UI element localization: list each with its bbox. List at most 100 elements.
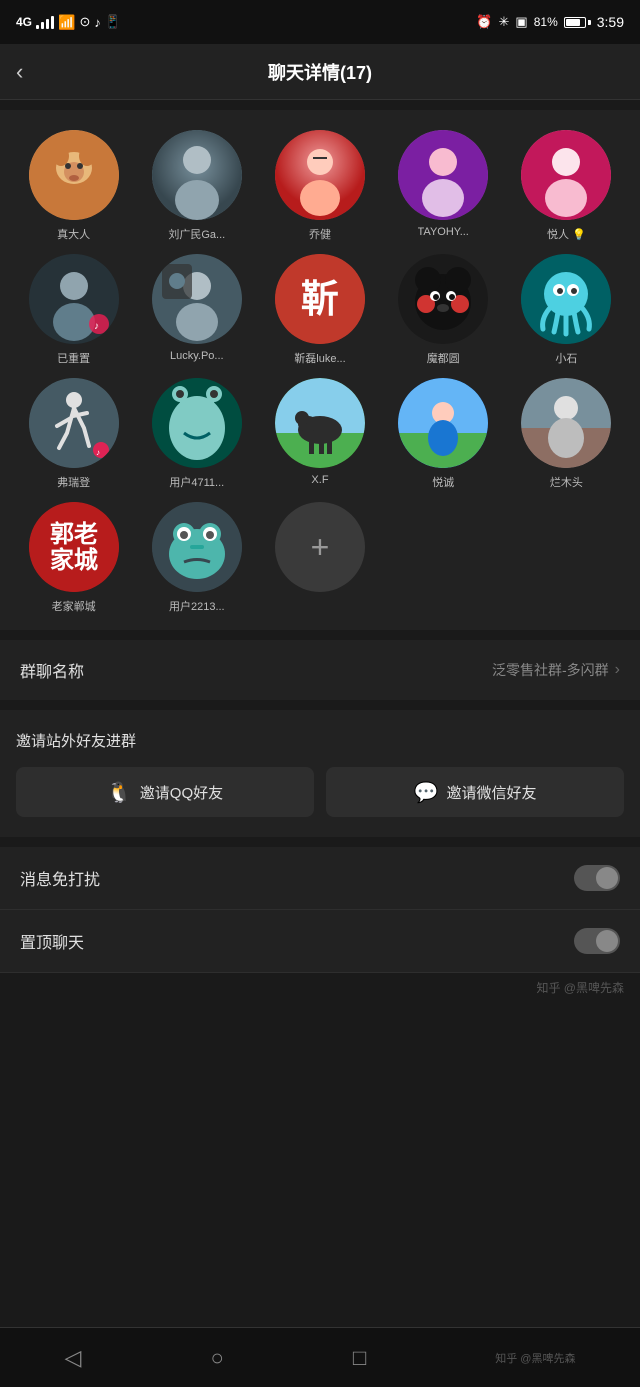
- member-name: 已重置: [57, 350, 90, 366]
- member-item[interactable]: 魔都圆: [386, 254, 501, 366]
- battery: [564, 17, 591, 28]
- circle-icon: ⊙: [79, 14, 90, 30]
- bluetooth-icon: ✳: [499, 14, 510, 30]
- avatar: [275, 130, 365, 220]
- battery-tip: [588, 20, 591, 25]
- nav-recent-button[interactable]: □: [353, 1345, 366, 1371]
- member-name: X.F: [311, 474, 328, 486]
- member-name: 悦诚: [432, 474, 454, 490]
- alarm-icon: ⏰: [476, 14, 492, 30]
- group-name-text: 泛零售社群-多闪群: [492, 660, 609, 680]
- battery-level: 81%: [534, 15, 558, 29]
- avatar: [521, 254, 611, 344]
- member-item[interactable]: 烂木头: [509, 378, 624, 490]
- avatar: ♪: [29, 378, 119, 468]
- member-name: 刘广民Ga...: [168, 226, 225, 242]
- member-name: 用户4711...: [169, 474, 224, 490]
- member-item[interactable]: 真大人: [16, 130, 131, 242]
- member-item[interactable]: X.F: [262, 378, 377, 490]
- member-name: Lucky.Po...: [170, 350, 224, 362]
- member-item[interactable]: ♪ 弗瑞登: [16, 378, 131, 490]
- member-item[interactable]: 靳 靳磊luke...: [262, 254, 377, 366]
- member-name: 真大人: [57, 226, 90, 242]
- header: ‹ 聊天详情(17): [0, 44, 640, 100]
- avatar: ♪: [29, 254, 119, 344]
- add-member-item[interactable]: +: [262, 502, 377, 614]
- svg-text:♪: ♪: [94, 321, 99, 332]
- zhihu-watermark: 知乎 @黑啤先森: [495, 1350, 575, 1366]
- time-display: 3:59: [597, 14, 624, 30]
- member-item[interactable]: 乔健: [262, 130, 377, 242]
- avatar: [521, 130, 611, 220]
- mute-toggle[interactable]: [574, 865, 620, 891]
- add-plus-icon: +: [311, 531, 330, 563]
- avatar: [398, 130, 488, 220]
- member-item[interactable]: TAYOHY...: [386, 130, 501, 242]
- toggle-settings: 消息免打扰 置顶聊天: [0, 847, 640, 973]
- avatar: [152, 502, 242, 592]
- member-item[interactable]: ♪ 已重置: [16, 254, 131, 366]
- back-button[interactable]: ‹: [16, 59, 23, 85]
- member-item[interactable]: 小石: [509, 254, 624, 366]
- wechat-icon: 💬: [414, 780, 439, 805]
- svg-text:靳: 靳: [301, 279, 339, 321]
- invite-wechat-button[interactable]: 💬 邀请微信好友: [326, 767, 624, 817]
- member-item[interactable]: 刘广民Ga...: [139, 130, 254, 242]
- qq-icon: 🐧: [107, 780, 132, 805]
- mute-toggle-knob: [596, 867, 618, 889]
- nfc-icon: ▣: [515, 14, 527, 30]
- member-item[interactable]: Lucky.Po...: [139, 254, 254, 366]
- back-nav-icon: ◁: [65, 1345, 82, 1371]
- group-name-label: 群聊名称: [20, 658, 84, 682]
- watermark: 知乎 @黑啤先森: [0, 973, 640, 1002]
- svg-text:郭老: 郭老: [50, 520, 98, 548]
- member-name: 魔都圆: [427, 350, 460, 366]
- avatar: 郭老 家城: [29, 502, 119, 592]
- recent-nav-icon: □: [353, 1345, 366, 1371]
- chevron-right-icon: ›: [615, 661, 620, 679]
- members-grid: 真大人 刘广民Ga...: [16, 130, 624, 614]
- member-item[interactable]: 悦诚: [386, 378, 501, 490]
- mute-label: 消息免打扰: [20, 866, 100, 890]
- avatar: [152, 254, 242, 344]
- avatar: [398, 378, 488, 468]
- nav-back-button[interactable]: ◁: [65, 1345, 82, 1371]
- add-member-button[interactable]: +: [275, 502, 365, 592]
- invite-buttons: 🐧 邀请QQ好友 💬 邀请微信好友: [16, 767, 624, 817]
- signal-bars: [36, 15, 54, 29]
- member-name: 乔健: [309, 226, 331, 242]
- avatar: [398, 254, 488, 344]
- member-item[interactable]: 用户2213...: [139, 502, 254, 614]
- app-icon: 📱: [105, 14, 121, 30]
- invite-qq-button[interactable]: 🐧 邀请QQ好友: [16, 767, 314, 817]
- nav-home-button[interactable]: ○: [211, 1345, 224, 1371]
- member-name: 弗瑞登: [57, 474, 90, 490]
- pin-toggle[interactable]: [574, 928, 620, 954]
- avatar: 靳: [275, 254, 365, 344]
- member-item[interactable]: 悦人 💡: [509, 130, 624, 242]
- signal-bar-1: [36, 25, 39, 29]
- avatar: [521, 378, 611, 468]
- member-item[interactable]: 郭老 家城 老家郸城: [16, 502, 131, 614]
- avatar: [275, 378, 365, 468]
- status-bar: 4G 📶 ⊙ ♪ 📱 ⏰ ✳ ▣ 81% 3:59: [0, 0, 640, 44]
- signal-bar-3: [46, 19, 49, 29]
- pin-toggle-item: 置顶聊天: [0, 910, 640, 973]
- svg-text:♪: ♪: [96, 448, 100, 457]
- mute-toggle-item: 消息免打扰: [0, 847, 640, 910]
- member-name: 小石: [555, 350, 577, 366]
- signal-text: 4G: [16, 15, 32, 29]
- avatar: [152, 130, 242, 220]
- avatar: [152, 378, 242, 468]
- member-name: TAYOHY...: [418, 226, 469, 238]
- invite-qq-label: 邀请QQ好友: [140, 782, 223, 803]
- group-name-row[interactable]: 群聊名称 泛零售社群-多闪群 ›: [0, 640, 640, 700]
- member-name: 悦人 💡: [547, 226, 586, 242]
- member-item[interactable]: 用户4711...: [139, 378, 254, 490]
- pin-label: 置顶聊天: [20, 929, 84, 953]
- group-name-value: 泛零售社群-多闪群 ›: [492, 660, 620, 680]
- member-name: 靳磊luke...: [294, 350, 345, 366]
- member-name: 烂木头: [550, 474, 583, 490]
- pin-toggle-knob: [596, 930, 618, 952]
- member-name: 用户2213...: [169, 598, 225, 614]
